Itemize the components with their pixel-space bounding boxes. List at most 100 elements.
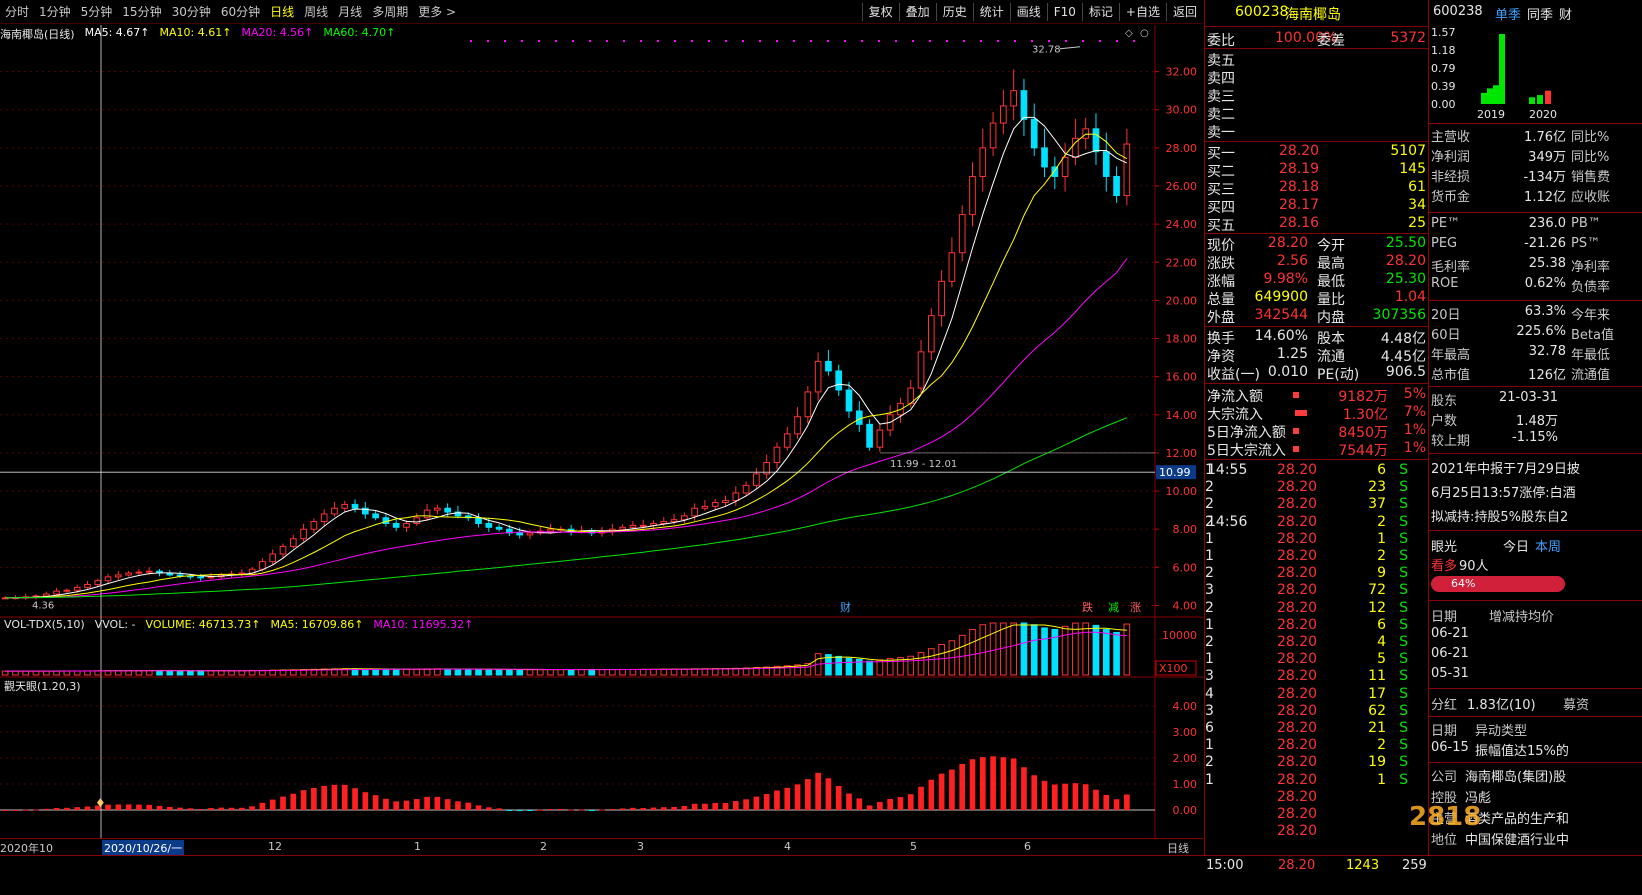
- tick-row: 28.20 9 S 2: [1205, 565, 1428, 583]
- news-item[interactable]: 拟减持:持股5%股东自2: [1431, 506, 1568, 525]
- indicator-bar: [1041, 780, 1048, 810]
- indicator-bar: [805, 779, 811, 810]
- period-tab-2[interactable]: 5分钟: [76, 3, 118, 20]
- toolbar-button-4[interactable]: 画线: [1009, 3, 1047, 21]
- webi-row: 委比 100.00% 委差 5372: [1205, 30, 1428, 49]
- candle-body: [1113, 175, 1120, 197]
- eye-week-tab[interactable]: 本周: [1535, 536, 1561, 555]
- period-tab-3[interactable]: 15分钟: [117, 3, 166, 20]
- toolbar-button-3[interactable]: 统计: [972, 3, 1010, 21]
- candle-body: [341, 503, 349, 509]
- candle: [1041, 128, 1048, 178]
- volume-bar: [423, 668, 431, 676]
- event-marker-3[interactable]: 涨: [1130, 601, 1141, 614]
- candle-body: [845, 389, 853, 412]
- period-tab-1[interactable]: 1分钟: [34, 3, 76, 20]
- period-tab-5[interactable]: 60分钟: [216, 3, 265, 20]
- candle-body: [145, 570, 153, 573]
- volume-bar: [938, 643, 945, 676]
- news-item[interactable]: 2021年中报于7月29日披: [1431, 458, 1580, 477]
- candle-body: [701, 505, 709, 509]
- indicator-bar: [64, 807, 70, 810]
- candle-body: [485, 522, 493, 528]
- indicator-bar: [156, 805, 163, 810]
- range-label: 11.99 - 12.01: [890, 459, 957, 470]
- eye-row: 眼光 今日 本周: [1429, 536, 1642, 555]
- toolbar-button-6[interactable]: 标记: [1081, 3, 1119, 21]
- eye-today-tab[interactable]: 今日: [1503, 536, 1529, 555]
- company-row: 公司 海南椰岛(集团)股: [1429, 766, 1642, 785]
- toolbar-button-0[interactable]: 复权: [861, 3, 899, 21]
- period-tab-9[interactable]: 多周期: [367, 3, 413, 20]
- candle: [382, 513, 390, 527]
- holder-value: -1.15%: [1512, 430, 1558, 445]
- fund-tab-0[interactable]: 单季: [1495, 4, 1521, 23]
- stat-value: 1.04: [1394, 289, 1426, 305]
- price-tick-label: 26.00: [1166, 180, 1198, 193]
- event-marker-2[interactable]: 减: [1108, 601, 1119, 614]
- indicator-bar: [1113, 799, 1120, 810]
- fund-value: 32.78: [1528, 344, 1566, 359]
- indicator-bar: [146, 804, 153, 810]
- mini-tick-label: 0.39: [1431, 80, 1456, 93]
- event-marker-0[interactable]: 财: [840, 600, 851, 614]
- period-tab-8[interactable]: 月线: [333, 3, 367, 20]
- fund-tab-1[interactable]: 同季: [1527, 4, 1553, 23]
- indicator-bar: [671, 806, 677, 810]
- tick-count: 2: [1205, 496, 1214, 513]
- indicator-bar: [897, 797, 904, 810]
- candle-body: [989, 122, 997, 149]
- period-tab-10[interactable]: 更多 >: [413, 3, 461, 20]
- volume-bar: [567, 669, 575, 676]
- period-tab-0[interactable]: 分时: [0, 3, 34, 20]
- candle: [989, 111, 997, 156]
- fund-label: 非经损: [1431, 170, 1471, 185]
- candle: [938, 270, 945, 327]
- volume-bar: [1102, 628, 1110, 676]
- tick-price: 28.20: [1277, 582, 1318, 599]
- date-label-6: 4: [784, 840, 791, 853]
- eye-count-row: 看多 90人: [1429, 555, 1642, 574]
- indicator-bar: [1072, 783, 1079, 810]
- tick-count: 1: [1205, 616, 1214, 633]
- toolbar-button-7[interactable]: +自选: [1118, 3, 1166, 21]
- period-tab-4[interactable]: 30分钟: [167, 3, 216, 20]
- tick-count: 3: [1205, 702, 1214, 719]
- anomaly-type-header: 异动类型: [1475, 724, 1528, 739]
- chart-svg[interactable]: 32.00 30.00 28.00 26.00 24.00 22.00 20.00 18.00…: [0, 25, 1203, 838]
- tick-price: 28.20: [1277, 685, 1318, 702]
- indicator-bar: [300, 790, 307, 810]
- tick-price: 28.20: [1277, 702, 1318, 719]
- price-tick-label: 28.00: [1166, 142, 1198, 155]
- circle-icon[interactable]: ○: [1140, 28, 1149, 39]
- toolbar-button-1[interactable]: 叠加: [898, 3, 936, 21]
- chart-area[interactable]: 32.00 30.00 28.00 26.00 24.00 22.00 20.00 18.00…: [0, 25, 1203, 865]
- toolbar-button-5[interactable]: F10: [1046, 3, 1082, 21]
- event-marker-1[interactable]: 跌: [1082, 600, 1093, 614]
- stat-value: 2.56: [1276, 253, 1308, 269]
- volume-bar: [588, 669, 596, 676]
- diamond-icon[interactable]: ◇: [1125, 28, 1133, 39]
- vvol-label: VVOL: -: [94, 618, 136, 631]
- news-item[interactable]: 6月25日13:57涨停:白酒: [1431, 482, 1576, 501]
- volume-bar: [989, 622, 997, 676]
- toolbar-button-2[interactable]: 历史: [935, 3, 973, 21]
- candle-body: [516, 532, 524, 536]
- toolbar-button-8[interactable]: 返回: [1165, 3, 1203, 21]
- tick-volume: 62: [1368, 702, 1386, 719]
- candle: [773, 442, 781, 470]
- tick-side: S: [1399, 651, 1408, 668]
- mini-bar: [1481, 92, 1487, 104]
- fund-tab-2[interactable]: 财: [1559, 4, 1572, 23]
- indicator-tick-label: 1.00: [1173, 778, 1198, 791]
- tick-side: S: [1399, 582, 1408, 599]
- period-tab-7[interactable]: 周线: [299, 3, 333, 20]
- period-tab-6[interactable]: 日线: [265, 3, 299, 20]
- candle-body: [444, 507, 451, 513]
- volume-bar: [217, 670, 225, 676]
- indicator-bar: [1103, 794, 1110, 810]
- signal-dot: [555, 40, 557, 42]
- divider: [1429, 762, 1642, 763]
- webi-label: 委比: [1207, 33, 1235, 49]
- tick-side: S: [1399, 479, 1408, 496]
